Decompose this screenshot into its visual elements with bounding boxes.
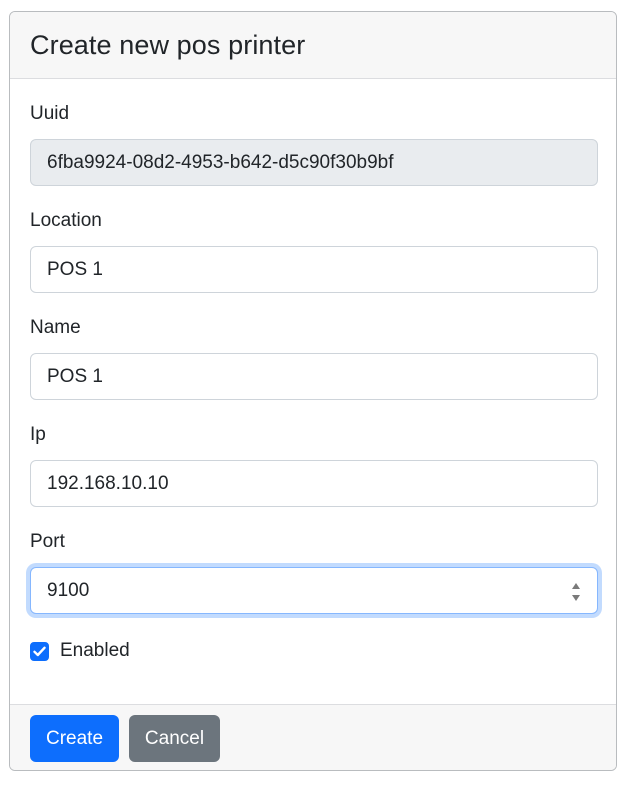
location-field[interactable] [30,246,598,293]
port-label: Port [30,531,65,552]
port-field[interactable] [30,567,598,614]
name-field[interactable] [30,353,598,400]
uuid-label: Uuid [30,103,70,124]
enabled-checkbox[interactable] [30,641,49,661]
create-pos-printer-card: Create new pos printer Uuid Location Nam… [9,11,617,771]
card-footer: Create Cancel [10,704,616,770]
ip-label: Ip [30,424,46,445]
uuid-group: Uuid [30,102,598,186]
port-stepper[interactable] [572,580,582,604]
checkmark-icon [33,646,46,656]
ip-field[interactable] [30,460,598,507]
name-group: Name [30,316,598,400]
ip-group: Ip [30,423,598,507]
port-group: Port [30,530,598,614]
enabled-row: Enabled [30,639,130,663]
page-title: Create new pos printer [30,29,306,60]
name-label: Name [30,317,81,338]
location-label: Location [30,210,102,231]
enabled-label: Enabled [60,640,130,661]
spin-down-icon[interactable] [572,595,580,601]
card-header: Create new pos printer [10,12,616,79]
uuid-field [30,139,598,186]
location-group: Location [30,209,598,293]
create-button[interactable]: Create [30,715,119,762]
cancel-button[interactable]: Cancel [129,715,220,762]
spin-up-icon[interactable] [572,583,580,589]
